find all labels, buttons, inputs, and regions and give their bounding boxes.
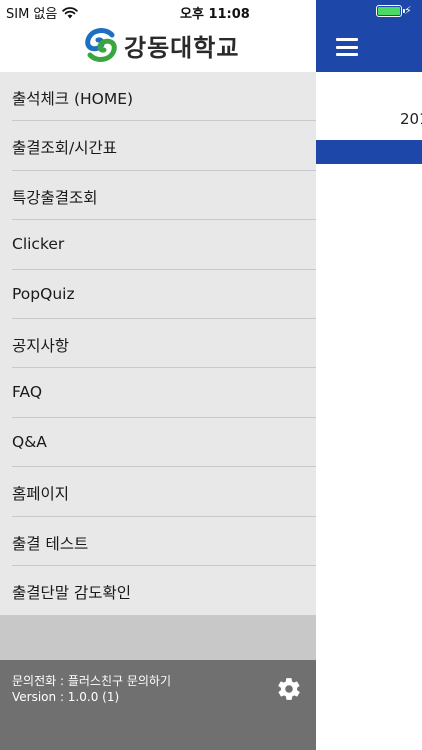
kangdong-university-logo-icon — [85, 28, 117, 62]
background-app: 201 — [316, 0, 422, 750]
menu-item-notices[interactable]: 공지사항 — [0, 319, 316, 369]
menu-item-label: 출석체크 (HOME) — [12, 90, 134, 108]
drawer-menu: 출석체크 (HOME) 출결조회/시간표 특강출결조회 Clicker PopQ… — [0, 72, 316, 615]
background-stripe — [316, 140, 422, 164]
contact-info[interactable]: 문의전화 : 플러스친구 문의하기 — [12, 672, 171, 689]
background-partial-text: 201 — [400, 110, 422, 128]
hamburger-menu-icon[interactable] — [336, 38, 358, 56]
menu-item-popquiz[interactable]: PopQuiz — [0, 270, 316, 320]
drawer-footer: 문의전화 : 플러스친구 문의하기 Version : 1.0.0 (1) — [0, 660, 316, 750]
menu-item-attendance-test[interactable]: 출결 테스트 — [0, 517, 316, 567]
logo-text: 강동대학교 — [124, 33, 240, 62]
menu-item-special-lecture[interactable]: 특강출결조회 — [0, 171, 316, 221]
menu-item-label: Q&A — [12, 432, 47, 451]
menu-item-label: 특강출결조회 — [12, 188, 98, 207]
menu-item-faq[interactable]: FAQ — [0, 368, 316, 419]
menu-item-terminal-sensitivity[interactable]: 출결단말 감도확인 — [0, 566, 316, 615]
menu-item-label: 출결조회/시간표 — [12, 139, 118, 158]
menu-item-homepage[interactable]: 홈페이지 — [0, 467, 316, 517]
menu-item-label: 출결 테스트 — [12, 534, 89, 553]
battery-charging-icon: ⚡ — [376, 4, 412, 17]
menu-item-home[interactable]: 출석체크 (HOME) — [0, 72, 316, 122]
logo: 강동대학교 — [82, 26, 239, 64]
carrier-text: SIM 없음 — [6, 7, 58, 22]
menu-item-label: 출결단말 감도확인 — [12, 583, 132, 602]
menu-item-label: PopQuiz — [12, 284, 75, 303]
status-bar: SIM 없음 오후 11:08 ⚡ — [0, 0, 422, 22]
wifi-icon — [62, 6, 79, 18]
drawer-spacer — [0, 615, 316, 660]
gear-icon[interactable] — [276, 676, 302, 702]
menu-item-attendance-timetable[interactable]: 출결조회/시간표 — [0, 121, 316, 172]
status-left: SIM 없음 — [6, 3, 79, 22]
menu-item-label: Clicker — [12, 235, 65, 254]
status-time: 오후 11:08 — [180, 7, 250, 22]
menu-item-label: 홈페이지 — [12, 485, 70, 504]
navigation-drawer: 강동대학교 출석체크 (HOME) 출결조회/시간표 특강출결조회 Clicke… — [0, 0, 316, 750]
menu-item-label: FAQ — [12, 383, 43, 402]
menu-item-qna[interactable]: Q&A — [0, 418, 316, 468]
menu-item-label: 공지사항 — [12, 336, 70, 355]
version-info: Version : 1.0.0 (1) — [12, 690, 120, 704]
menu-item-clicker[interactable]: Clicker — [0, 220, 316, 270]
